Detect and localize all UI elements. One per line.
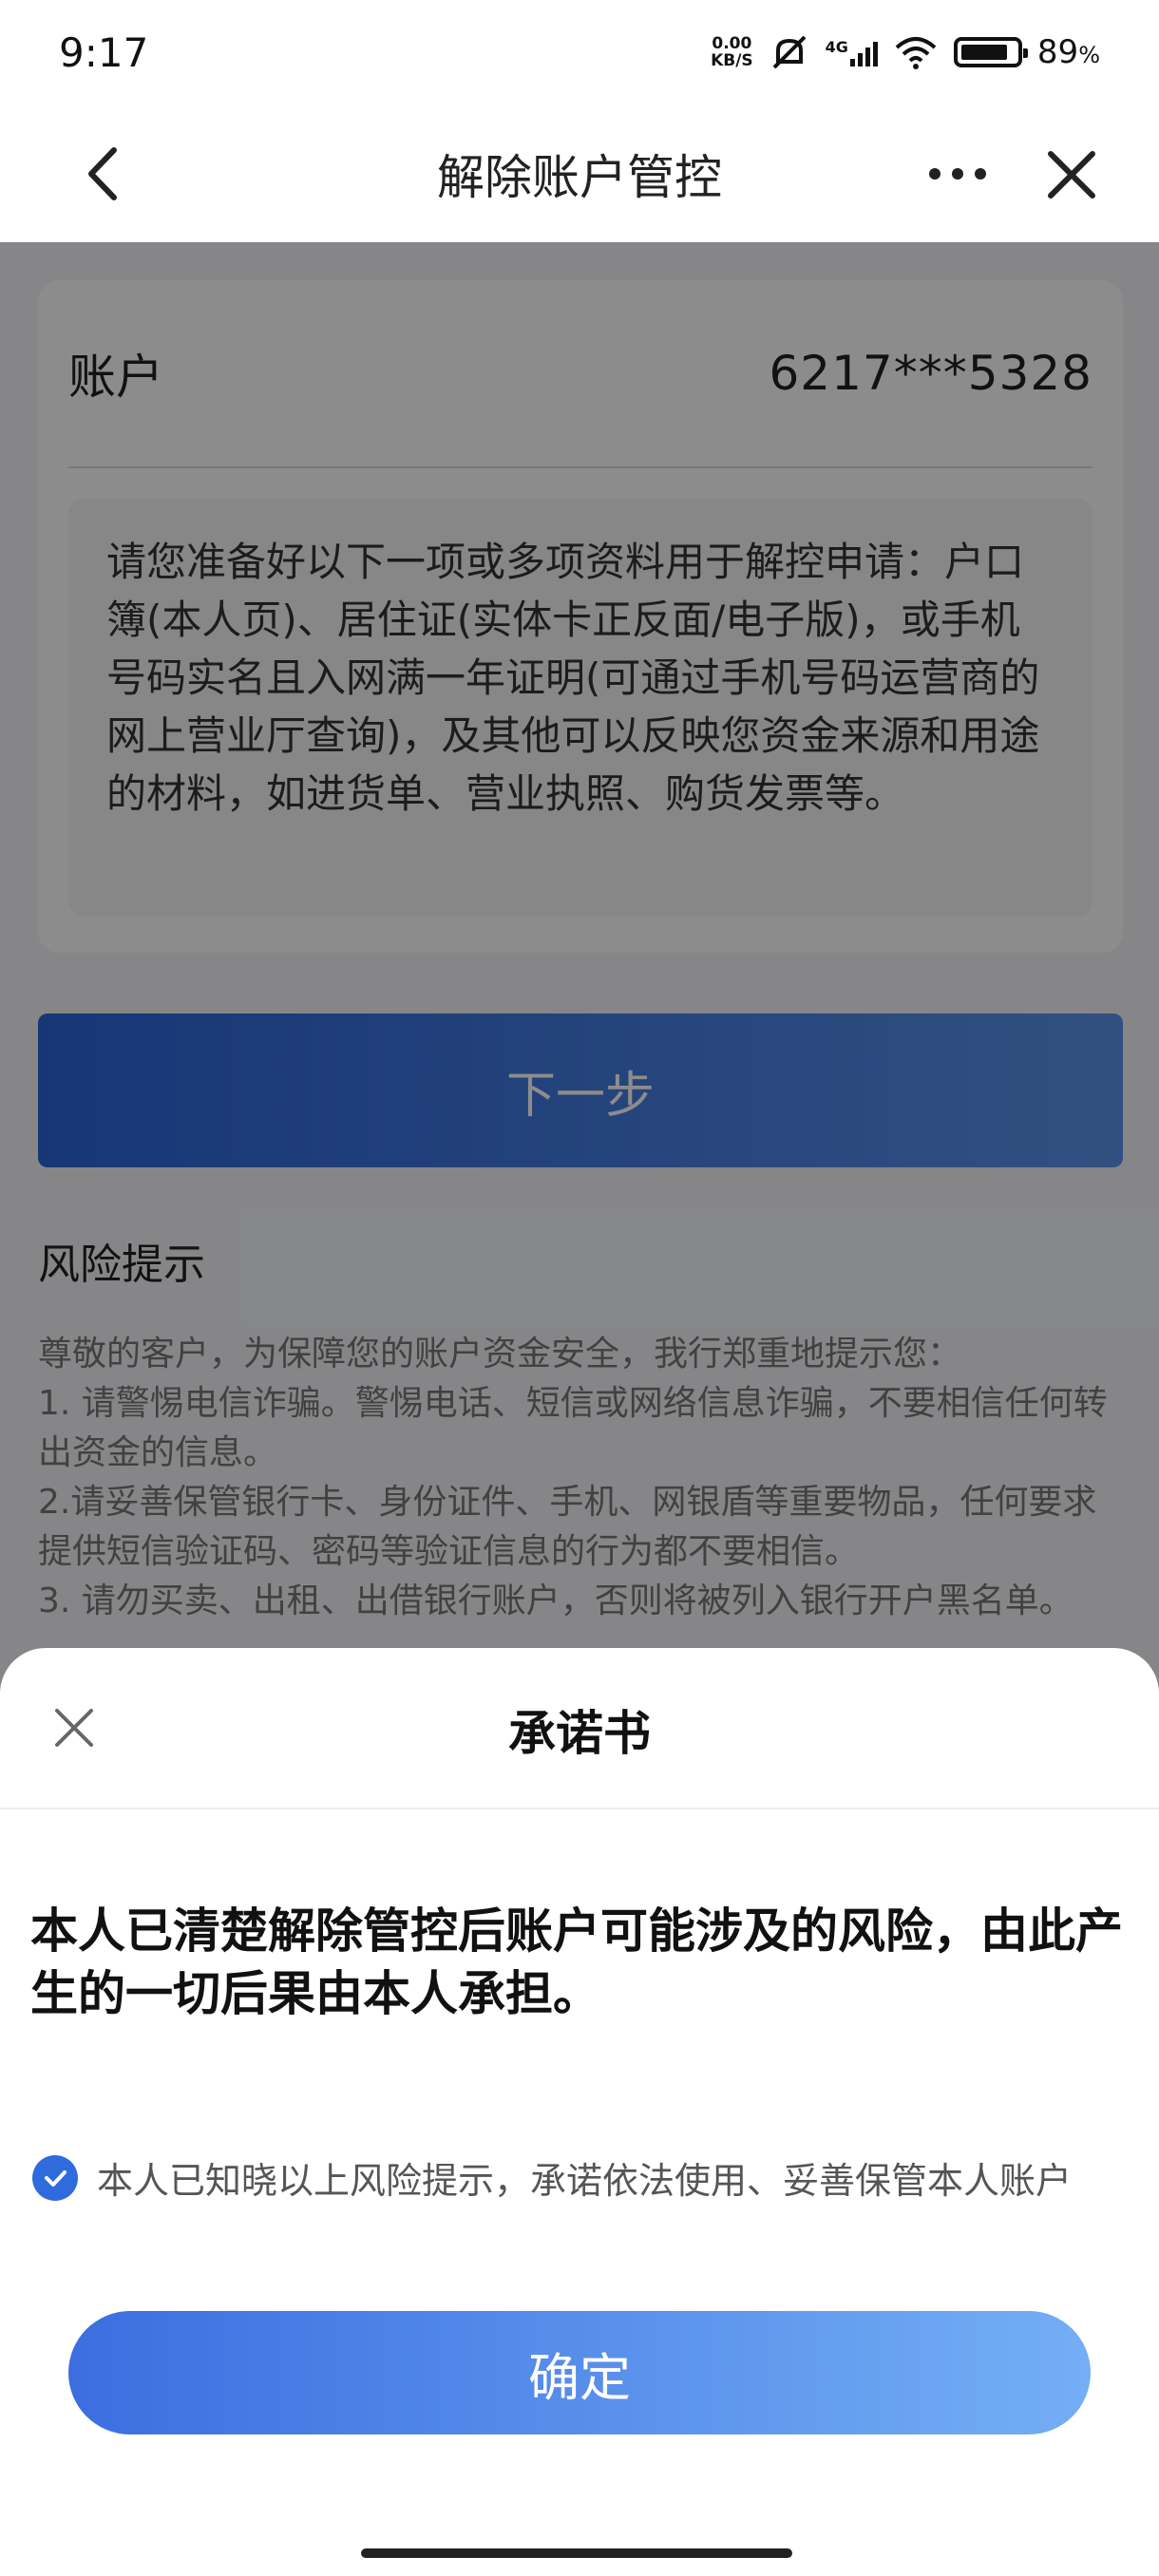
chevron-left-icon[interactable] (76, 142, 133, 205)
checkbox-checked-icon[interactable] (32, 2154, 78, 2201)
check-icon (45, 2169, 66, 2187)
agree-checkbox-row[interactable]: 本人已知晓以上风险提示，承诺依法使用、妥善保管本人账户 (32, 2151, 1072, 2204)
divider (0, 1808, 1159, 1809)
status-bar: 9:17 0.00 KB/S 4G 89% (0, 0, 1159, 104)
wifi-icon (895, 37, 937, 69)
cell-signal: 4G (826, 38, 878, 66)
status-icons: 0.00 KB/S 4G 89% (711, 33, 1100, 71)
more-dots-icon[interactable] (929, 160, 992, 188)
screen: 9:17 0.00 KB/S 4G 89% 解除账户管控 账户 6217***5… (0, 0, 1159, 2576)
battery-icon (953, 37, 1028, 67)
nav-bar: 解除账户管控 (0, 104, 1159, 242)
sheet-title: 承诺书 (508, 1706, 651, 1761)
home-indicator[interactable] (361, 2548, 792, 2558)
page-title: 解除账户管控 (437, 149, 722, 205)
status-time: 9:17 (59, 28, 149, 76)
pledge-sheet: 承诺书 本人已清楚解除管控后账户可能涉及的风险，由此产生的一切后果由本人承担。 … (0, 1648, 1159, 2576)
agree-label: 本人已知晓以上风险提示，承诺依法使用、妥善保管本人账户 (97, 2160, 1073, 2202)
confirm-button[interactable]: 确定 (68, 2311, 1091, 2434)
pledge-statement: 本人已清楚解除管控后账户可能涉及的风险，由此产生的一切后果由本人承担。 (30, 1904, 1123, 2021)
mute-icon (772, 35, 807, 69)
signal-icon (849, 38, 878, 66)
net-speed: 0.00 KB/S (711, 34, 753, 70)
battery-level: 89% (1036, 33, 1100, 71)
close-icon[interactable] (1043, 146, 1100, 203)
